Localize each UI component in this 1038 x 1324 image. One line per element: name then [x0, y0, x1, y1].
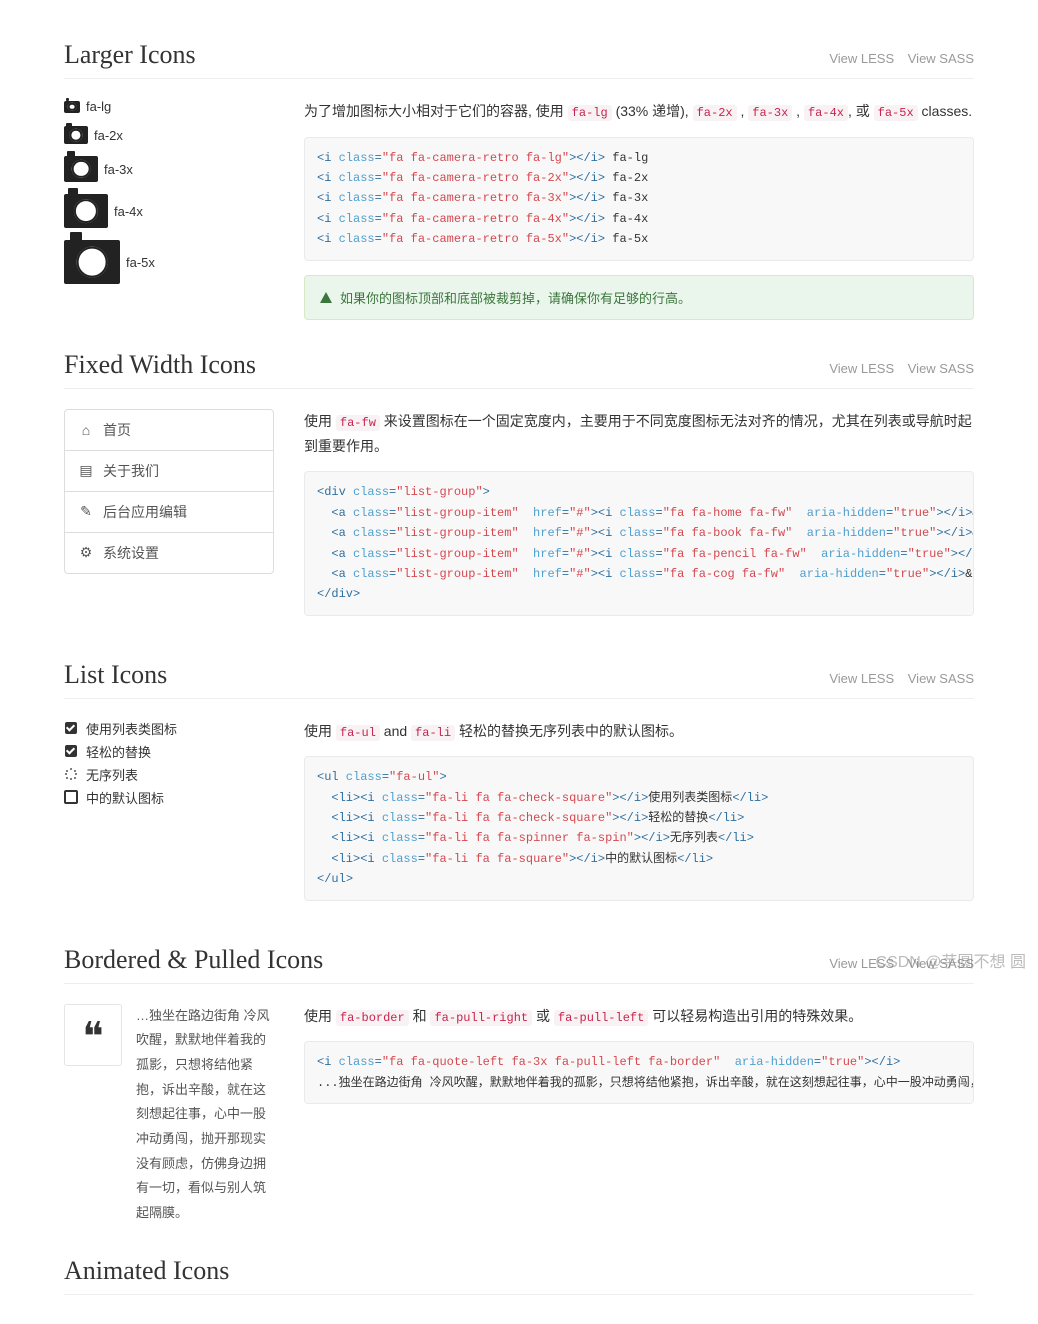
camera-retro-icon	[64, 240, 120, 284]
list-desc: 使用 fa-ul and fa-li 轻松的替换无序列表中的默认图标。	[304, 719, 974, 745]
fa-li-item: 无序列表	[64, 765, 274, 784]
check-square-icon	[65, 722, 77, 734]
size-label: fa-5x	[126, 255, 155, 270]
view-sass-link[interactable]: View SASS	[908, 361, 974, 376]
fixed-desc: 使用 fa-fw 来设置图标在一个固定宽度内，主要用于不同宽度图标无法对齐的情况…	[304, 409, 974, 460]
larger-code: <i class="fa fa-camera-retro fa-lg"></i>…	[304, 137, 974, 261]
size-example-fa-lg: fa-lg	[64, 99, 274, 114]
list-group-item[interactable]: 关于我们	[65, 451, 273, 492]
fa-ul-example: 使用列表类图标轻松的替换无序列表中的默认图标	[64, 719, 274, 807]
view-sass-link[interactable]: View SASS	[908, 671, 974, 686]
list-group-example: 首页关于我们后台应用编辑系统设置	[64, 409, 274, 574]
check-square-icon	[65, 745, 77, 757]
view-less-link[interactable]: View LESS	[829, 671, 894, 686]
cog-icon	[79, 544, 93, 561]
camera-retro-icon	[64, 194, 108, 228]
size-example-fa-3x: fa-3x	[64, 156, 274, 182]
pencil-icon	[79, 503, 93, 520]
list-group-item[interactable]: 系统设置	[65, 533, 273, 573]
fa-li-item: 中的默认图标	[64, 788, 274, 807]
book-icon	[79, 462, 93, 479]
list-group-label: 首页	[103, 420, 131, 440]
size-example-fa-4x: fa-4x	[64, 194, 274, 228]
size-example-fa-2x: fa-2x	[64, 126, 274, 144]
view-sass-link[interactable]: View SASS	[908, 956, 974, 971]
list-code: <ul class="fa-ul"> <li><i class="fa-li f…	[304, 756, 974, 900]
list-group-label: 关于我们	[103, 461, 159, 481]
warning-icon	[320, 292, 332, 303]
list-group-label: 系统设置	[103, 543, 159, 563]
fa-li-item: 轻松的替换	[64, 742, 274, 761]
camera-retro-icon	[64, 101, 80, 113]
view-less-link[interactable]: View LESS	[829, 956, 894, 971]
view-sass-link[interactable]: View SASS	[908, 51, 974, 66]
section-title-fixed: Fixed Width Icons	[64, 350, 256, 380]
size-example-fa-5x: fa-5x	[64, 240, 274, 284]
bordered-desc: 使用 fa-border 和 fa-pull-right 或 fa-pull-l…	[304, 1004, 974, 1030]
section-title-animated: Animated Icons	[64, 1256, 229, 1286]
section-title-bordered: Bordered & Pulled Icons	[64, 945, 323, 975]
larger-alert: 如果你的图标顶部和底部被裁剪掉，请确保你有足够的行高。	[304, 275, 974, 320]
quote-text: …独坐在路边街角 冷风吹醒，默默地伴着我的孤影，只想将结他紧抱，诉出辛酸，就在这…	[136, 1004, 274, 1226]
view-links: View LESS View SASS	[819, 51, 974, 66]
home-icon	[79, 422, 93, 438]
fa-li-label: 使用列表类图标	[86, 719, 177, 738]
camera-retro-icon	[64, 126, 88, 144]
section-title-larger: Larger Icons	[64, 40, 196, 70]
list-group-item[interactable]: 首页	[65, 410, 273, 451]
list-group-item[interactable]: 后台应用编辑	[65, 492, 273, 533]
size-label: fa-3x	[104, 162, 133, 177]
view-less-link[interactable]: View LESS	[829, 361, 894, 376]
bordered-code: <i class="fa fa-quote-left fa-3x fa-pull…	[304, 1041, 974, 1104]
larger-desc: 为了增加图标大小相对于它们的容器, 使用 fa-lg (33% 递增), fa-…	[304, 99, 974, 125]
fixed-code: <div class="list-group"> <a class="list-…	[304, 471, 974, 615]
fa-li-label: 中的默认图标	[86, 788, 164, 807]
list-group-label: 后台应用编辑	[103, 502, 187, 522]
fa-li-label: 无序列表	[86, 765, 138, 784]
fa-li-label: 轻松的替换	[86, 742, 151, 761]
fa-li-item: 使用列表类图标	[64, 719, 274, 738]
view-less-link[interactable]: View LESS	[829, 51, 894, 66]
size-label: fa-lg	[86, 99, 111, 114]
square-icon	[64, 790, 78, 804]
size-label: fa-4x	[114, 204, 143, 219]
size-label: fa-2x	[94, 128, 123, 143]
section-title-list: List Icons	[64, 660, 167, 690]
camera-retro-icon	[64, 156, 98, 182]
quote-example: ❝ …独坐在路边街角 冷风吹醒，默默地伴着我的孤影，只想将结他紧抱，诉出辛酸，就…	[64, 1004, 274, 1226]
spinner-icon	[65, 768, 77, 780]
quote-left-icon: ❝	[64, 1004, 122, 1066]
